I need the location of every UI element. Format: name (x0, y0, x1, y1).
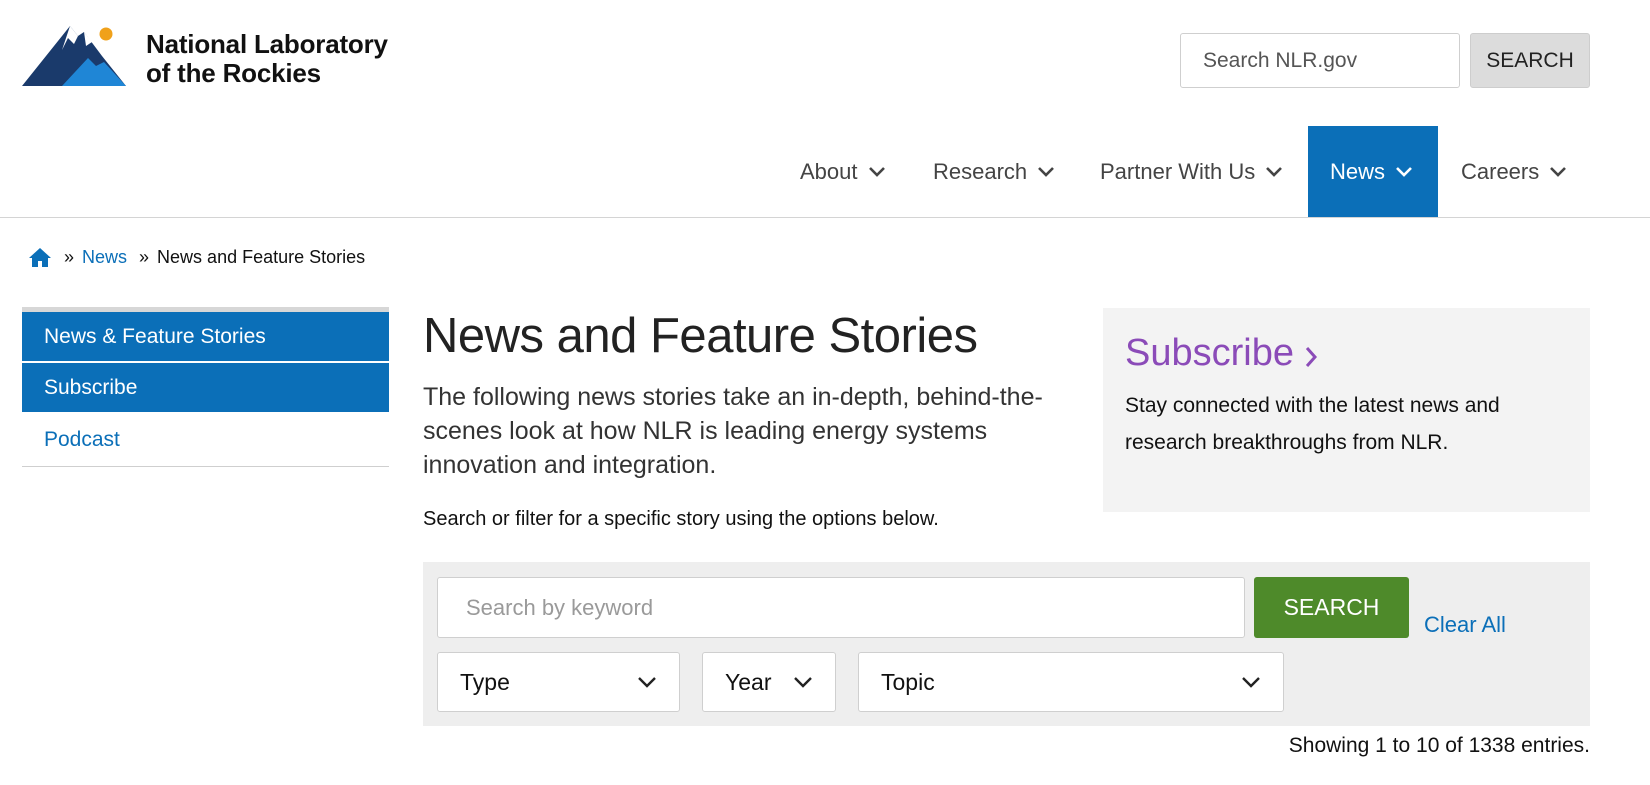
breadcrumb-link-news[interactable]: News (82, 247, 127, 268)
chevron-down-icon (1242, 677, 1260, 688)
mountain-sun-logo-icon (22, 26, 126, 86)
breadcrumb-current: News and Feature Stories (157, 246, 366, 267)
nav-item-label: About (800, 159, 858, 184)
nav-item-news[interactable]: News (1308, 126, 1438, 218)
site-search-button[interactable]: SEARCH (1470, 33, 1590, 88)
chevron-down-icon (1550, 167, 1567, 177)
type-select[interactable]: Type (437, 652, 680, 712)
primary-nav: About Research Partner With Us News Care… (0, 126, 1650, 218)
logo-line-1: National Laboratory (146, 29, 388, 59)
logo-line-2: of the Rockies (146, 58, 321, 88)
keyword-search-input[interactable] (437, 577, 1245, 638)
subscribe-link[interactable]: Subscribe (1125, 332, 1568, 375)
chevron-right-icon (1305, 346, 1317, 367)
breadcrumb-separator: » (139, 246, 150, 267)
intro-text: The following news stories take an in-de… (423, 383, 1043, 479)
site-search-input[interactable] (1180, 33, 1460, 88)
site-logo[interactable]: National Laboratory of the Rockies (22, 20, 442, 90)
chevron-down-icon (794, 677, 812, 688)
nav-item-label: News (1330, 159, 1386, 184)
chevron-down-icon (1266, 167, 1283, 177)
nav-item-about[interactable]: About (800, 126, 886, 218)
clear-all-link[interactable]: Clear All (1424, 612, 1506, 638)
filter-instructions: Search or filter for a specific story us… (423, 508, 939, 530)
topic-select-label: Topic (881, 668, 935, 695)
year-select-label: Year (725, 668, 772, 695)
keyword-search-button[interactable]: SEARCH (1254, 577, 1409, 638)
chevron-down-icon (868, 167, 885, 177)
subscribe-title: Subscribe (1125, 332, 1294, 374)
sidebar-item-news-feature-stories[interactable]: News & Feature Stories (22, 312, 389, 363)
breadcrumb: » News » News and Feature Stories (28, 244, 365, 270)
nav-item-label: Partner With Us (1100, 159, 1256, 184)
sidebar-item-subscribe[interactable]: Subscribe (22, 363, 389, 414)
chevron-down-icon (1396, 167, 1412, 177)
breadcrumb-separator: » (64, 246, 75, 267)
chevron-down-icon (638, 677, 656, 688)
nav-item-research[interactable]: Research (933, 126, 1055, 218)
nav-item-careers[interactable]: Careers (1461, 126, 1567, 218)
sidebar-item-podcast[interactable]: Podcast (22, 414, 389, 467)
subscribe-callout: Subscribe Stay connected with the latest… (1103, 308, 1590, 512)
type-select-label: Type (460, 668, 510, 695)
nav-item-label: Careers (1461, 159, 1540, 184)
chevron-down-icon (1038, 167, 1055, 177)
home-icon[interactable] (28, 247, 52, 268)
topic-select[interactable]: Topic (858, 652, 1284, 712)
results-count: Showing 1 to 10 of 1338 entries. (1288, 734, 1590, 757)
logo-wordmark: National Laboratory of the Rockies (146, 30, 388, 88)
nav-item-label: Research (933, 159, 1028, 184)
year-select[interactable]: Year (702, 652, 836, 712)
nav-item-partner-with-us[interactable]: Partner With Us (1100, 126, 1283, 218)
page-title: News and Feature Stories (423, 309, 978, 363)
subscribe-text: Stay connected with the latest news and … (1125, 394, 1500, 454)
nav-divider (0, 217, 1650, 218)
sidebar-nav: News & Feature Stories Subscribe Podcast (22, 307, 389, 467)
